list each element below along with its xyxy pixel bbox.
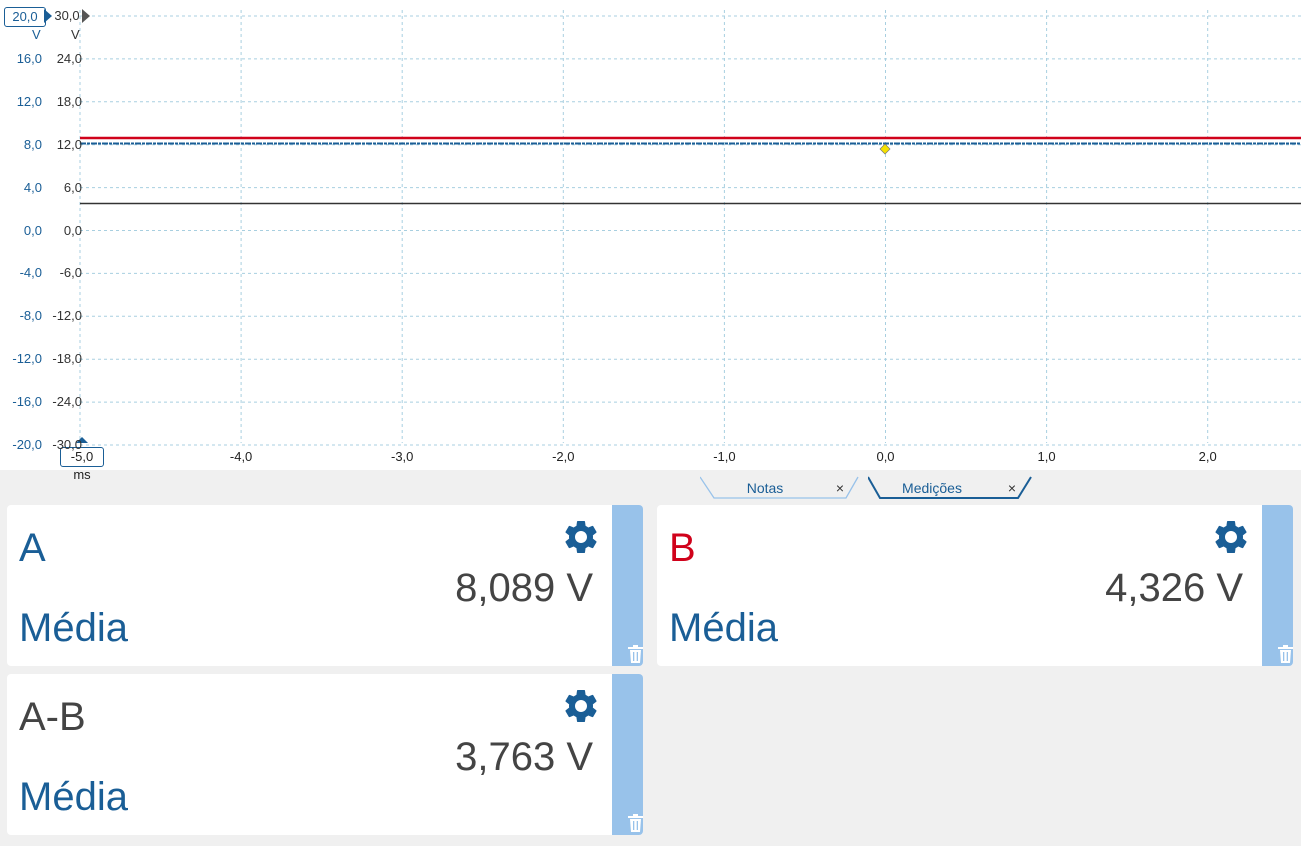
tab-measurements-close-icon[interactable]: × [1008, 476, 1016, 500]
oscilloscope-view[interactable]: 20,0 30,0 V V -5,0 ms 16,0 12,0 8,0 4,0 0,0-… [0, 0, 1301, 482]
y-tick-label-b: -24,0 [52, 394, 82, 410]
channel-b-unit: V [71, 27, 80, 42]
measurement-value: 3,763 V [455, 735, 593, 779]
y-tick-label-b: 18,0 [56, 93, 82, 109]
delete-measurement-button[interactable] [612, 674, 643, 835]
measurement-statistic: Média [19, 775, 128, 819]
measurement-channel-name: A-B [19, 695, 86, 739]
y-tick-label-a: -20,0 [12, 437, 42, 452]
measurement-statistic: Média [19, 606, 128, 650]
y-tick-label-a: -8,0 [19, 308, 42, 324]
y-tick-label-b: 6,0 [63, 179, 82, 195]
y-tick-label-a: -16,0 [12, 394, 42, 410]
tab-measurements-label: Medições [902, 480, 962, 496]
x-tick-label: 2,0 [1198, 449, 1217, 464]
x-tick-label: -1,0 [713, 449, 736, 464]
channel-b-scale[interactable]: 30,0 [52, 7, 82, 25]
channel-a-scale[interactable]: 20,0 [4, 7, 46, 27]
tab-notes[interactable]: Notas × [700, 476, 860, 500]
y-tick-label-b: -12,0 [52, 308, 82, 324]
y-tick-label-b: -30,0 [52, 437, 82, 452]
tab-notes-label: Notas [746, 480, 784, 496]
scale-b-arrow-icon[interactable] [82, 9, 90, 23]
trigger-marker-icon[interactable] [879, 143, 891, 155]
measurement-channel-name: A [19, 526, 46, 570]
y-tick-label-a: 12,0 [16, 93, 42, 109]
y-tick-label-a: 16,0 [16, 50, 42, 66]
y-tick-label-a: -12,0 [12, 351, 42, 367]
measurement-value: 4,326 V [1105, 566, 1243, 610]
y-tick-label-b: 24,0 [56, 50, 82, 66]
gear-icon[interactable] [561, 517, 601, 557]
y-tick-label-b: 0,0 [63, 222, 82, 238]
measurement-value: 8,089 V [455, 566, 593, 610]
tab-notes-close-icon[interactable]: × [836, 476, 844, 500]
waveform-canvas[interactable] [0, 0, 1301, 470]
measurement-statistic: Média [669, 606, 778, 650]
tab-measurements[interactable]: Medições × [868, 476, 1032, 500]
gear-icon[interactable] [561, 686, 601, 726]
delete-measurement-button[interactable] [612, 505, 643, 666]
y-tick-label-a: 4,0 [23, 179, 42, 195]
y-tick-label-a: 0,0 [23, 222, 42, 238]
y-tick-label-b: 12,0 [56, 136, 82, 152]
y-tick-label-a: -4,0 [19, 265, 42, 281]
x-tick-label: 1,0 [1037, 449, 1056, 464]
y-tick-label-b: -18,0 [52, 351, 82, 367]
y-tick-label-a: 8,0 [23, 136, 42, 152]
gear-icon[interactable] [1211, 517, 1251, 557]
measurement-card-b[interactable]: B 4,326 V Média [657, 505, 1293, 666]
grid [79, 10, 1301, 446]
channel-a-unit: V [32, 27, 41, 42]
delete-measurement-button[interactable] [1262, 505, 1293, 666]
x-tick-label: -2,0 [552, 449, 575, 464]
x-tick-label: -3,0 [390, 449, 414, 464]
measurement-card-a-minus-b[interactable]: A-B 3,763 V Média [7, 674, 643, 835]
y-tick-label-b: -6,0 [59, 265, 82, 281]
measurement-channel-name: B [669, 526, 696, 570]
measurement-card-a[interactable]: A 8,089 V Média [7, 505, 643, 666]
x-tick-label: 0,0 [876, 449, 895, 464]
x-tick-label: -4,0 [229, 449, 253, 464]
